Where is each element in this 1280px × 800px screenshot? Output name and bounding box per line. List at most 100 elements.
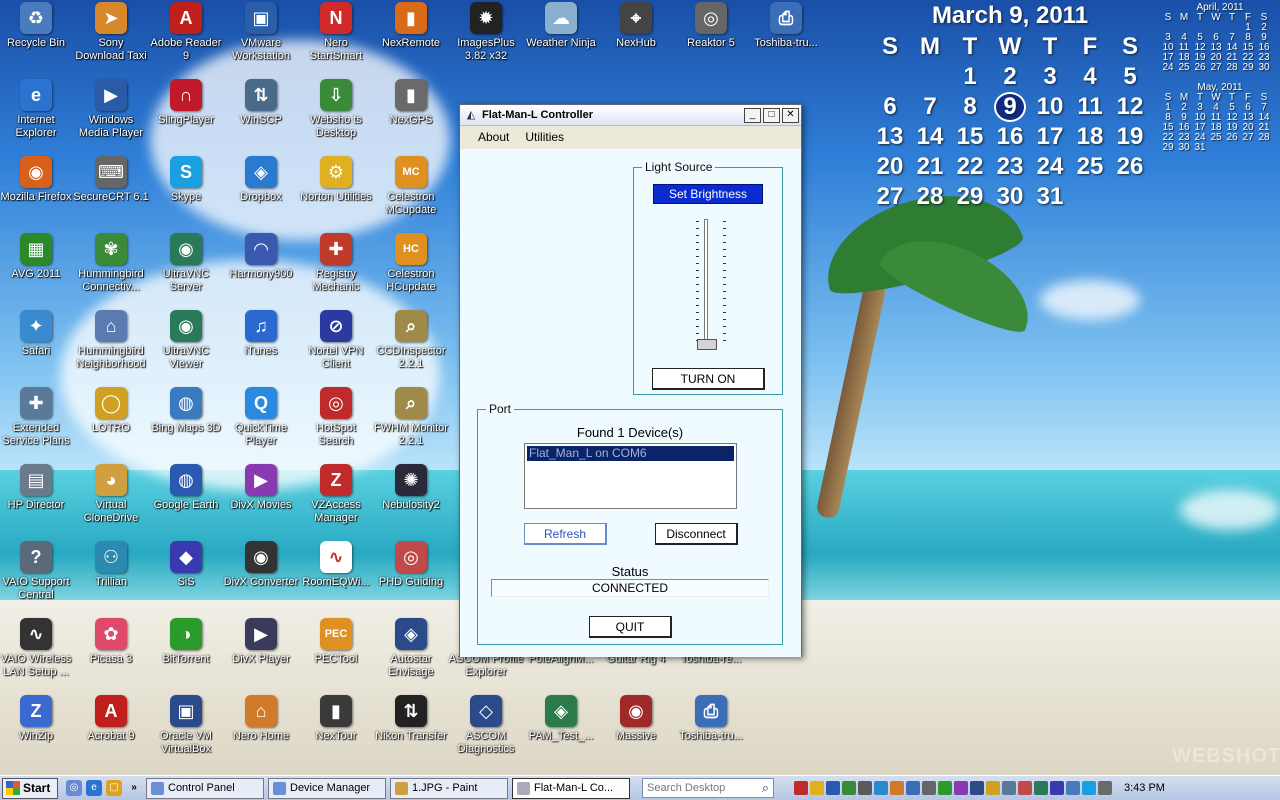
desktop-icon[interactable]: ⇅ WinSCP	[223, 77, 299, 151]
desktop-icon[interactable]: ◍ Google Earth	[148, 462, 224, 536]
desktop-icon[interactable]: ✚ Registry Mechanic	[298, 231, 374, 305]
desktop-icon[interactable]: ⌕ CCDInspector 2.2.1	[373, 308, 449, 382]
search-icon[interactable]: ⌕	[762, 780, 769, 796]
desktop-icon[interactable]: Q QuickTime Player	[223, 385, 299, 459]
desktop-icon[interactable]: ◉ Mozilla Firefox	[0, 154, 74, 228]
desktop-icon[interactable]: ◈ Dropbox	[223, 154, 299, 228]
desktop-icon[interactable]: ∩ SlingPlayer	[148, 77, 224, 151]
desktop-icon[interactable]: ▦ AVG 2011	[0, 231, 74, 305]
desktop-icon[interactable]: ▶ DivX Player	[223, 616, 299, 690]
desktop-icon[interactable]: ✦ Safari	[0, 308, 74, 382]
tray-icon[interactable]	[1002, 781, 1016, 795]
desktop-icon[interactable]: ◈ PAM_Test_...	[523, 693, 599, 767]
desktop-icon[interactable]: ◉ UltraVNC Server	[148, 231, 224, 305]
tray-icon[interactable]	[794, 781, 808, 795]
desktop-icon[interactable]: ∿ VAIO Wireless LAN Setup ...	[0, 616, 74, 690]
desktop-icon[interactable]: ⎙ Toshiba-tru...	[748, 0, 824, 74]
tray-icon[interactable]	[1050, 781, 1064, 795]
quick-launch-overflow-icon[interactable]: »	[126, 780, 142, 796]
search-desktop-box[interactable]: Search Desktop ⌕	[642, 778, 774, 798]
task-control-panel[interactable]: Control Panel	[146, 777, 264, 799]
desktop-icon[interactable]: MC Celestron MCupdate	[373, 154, 449, 228]
disconnect-button[interactable]: Disconnect	[655, 523, 738, 545]
desktop-icon[interactable]: ◕ Virtual CloneDrive	[73, 462, 149, 536]
start-button[interactable]: Start	[2, 777, 58, 799]
desktop-icon[interactable]: Z VZAccess Manager	[298, 462, 374, 536]
task-flat-man-controller[interactable]: Flat-Man-L Co...	[512, 777, 630, 799]
desktop-icon[interactable]: ▮ NexGPS	[373, 77, 449, 151]
desktop-icon[interactable]: ☁ Weather Ninja	[523, 0, 599, 74]
desktop-icon[interactable]: ◑ BitTorrent	[148, 616, 224, 690]
desktop-icon[interactable]: A Adobe Reader 9	[148, 0, 224, 74]
desktop-icon[interactable]: ⌕ FWHM Monitor 2.2.1	[373, 385, 449, 459]
tray-icon[interactable]	[858, 781, 872, 795]
tray-icon[interactable]	[986, 781, 1000, 795]
brightness-slider-thumb[interactable]	[697, 339, 717, 350]
internet-explorer-icon[interactable]: e	[86, 780, 102, 796]
desktop-icon[interactable]: ⌨ SecureCRT 6.1	[73, 154, 149, 228]
desktop-icon[interactable]: ▶ Windows Media Player	[73, 77, 149, 151]
tray-icon[interactable]	[1098, 781, 1112, 795]
tray-icon[interactable]	[826, 781, 840, 795]
brightness-slider-track[interactable]	[704, 219, 708, 349]
desktop-icon[interactable]: S Skype	[148, 154, 224, 228]
device-listbox[interactable]: Flat_Man_L on COM6	[524, 443, 737, 509]
turn-on-button[interactable]: TURN ON	[652, 368, 765, 390]
taskbar-clock[interactable]: 3:43 PM	[1124, 782, 1165, 794]
maximize-button[interactable]: □	[763, 107, 780, 123]
desktop-icon[interactable]: ◎ PHD Guiding	[373, 539, 449, 613]
desktop-icon[interactable]: ⊘ Nortel VPN Client	[298, 308, 374, 382]
tray-icon[interactable]	[970, 781, 984, 795]
desktop-icon[interactable]: ✚ Extended Service Plans	[0, 385, 74, 459]
quit-button[interactable]: QUIT	[589, 616, 672, 638]
desktop-icon[interactable]: ◎ Reaktor 5	[673, 0, 749, 74]
desktop-icon[interactable]: ▣ VMware Workstation	[223, 0, 299, 74]
close-button[interactable]: ✕	[782, 107, 799, 123]
desktop-icon[interactable]: ⌖ NexHub	[598, 0, 674, 74]
desktop-icon[interactable]: ✺ Nebulosity2	[373, 462, 449, 536]
desktop-icon[interactable]: ◯ LOTRO	[73, 385, 149, 459]
menu-utilities[interactable]: Utilities	[525, 130, 564, 144]
tray-icon[interactable]	[938, 781, 952, 795]
task-paint[interactable]: 1.JPG - Paint	[390, 777, 508, 799]
tray-icon[interactable]	[922, 781, 936, 795]
desktop-icon[interactable]: ⌂ Hummingbird Neighborhood	[73, 308, 149, 382]
search-input[interactable]: Search Desktop	[647, 782, 725, 794]
desktop-icon[interactable]: ⇅ Nikon Transfer	[373, 693, 449, 767]
desktop-icon[interactable]: ♫ iTunes	[223, 308, 299, 382]
desktop-icon[interactable]: ♻ Recycle Bin	[0, 0, 74, 74]
folder-icon[interactable]: ▢	[106, 780, 122, 796]
desktop-icon[interactable]: ◠ Harmony900	[223, 231, 299, 305]
refresh-button[interactable]: Refresh	[524, 523, 607, 545]
desktop-icon[interactable]: ∿ RoomEQWi...	[298, 539, 374, 613]
desktop-icon[interactable]: ◍ Bing Maps 3D	[148, 385, 224, 459]
desktop-icon[interactable]: HC Celestron HCupdate	[373, 231, 449, 305]
tray-icon[interactable]	[1018, 781, 1032, 795]
desktop-icon[interactable]: ⚙ Norton Utilities	[298, 154, 374, 228]
tray-icon[interactable]	[954, 781, 968, 795]
desktop-icon[interactable]: ◉ Massive	[598, 693, 674, 767]
desktop-icon[interactable]: ◆ SiS	[148, 539, 224, 613]
desktop-icon[interactable]: ◇ ASCOM Diagnostics	[448, 693, 524, 767]
desktop-icon[interactable]: ⎙ Toshiba-tru...	[673, 693, 749, 767]
desktop-icon[interactable]: Z WinZip	[0, 693, 74, 767]
desktop-icon[interactable]: A Acrobat 9	[73, 693, 149, 767]
window-titlebar[interactable]: ◭ Flat-Man-L Controller _ □ ✕	[460, 105, 801, 126]
desktop-icon[interactable]: ? VAIO Support Central	[0, 539, 74, 613]
tray-icon[interactable]	[906, 781, 920, 795]
device-list-item[interactable]: Flat_Man_L on COM6	[527, 446, 734, 461]
desktop-icon[interactable]: ▶ DivX Movies	[223, 462, 299, 536]
desktop-icon[interactable]: ◉ UltraVNC Viewer	[148, 308, 224, 382]
task-device-manager[interactable]: Device Manager	[268, 777, 386, 799]
desktop-icon[interactable]: ▣ Oracle VM VirtualBox	[148, 693, 224, 767]
desktop-icon[interactable]: ➤ Sony Download Taxi	[73, 0, 149, 74]
desktop-icon[interactable]: PEC PECTool	[298, 616, 374, 690]
desktop-icon[interactable]: ✿ Picasa 3	[73, 616, 149, 690]
tray-icon[interactable]	[874, 781, 888, 795]
desktop-icon[interactable]: ✾ Hummingbird Connectiv...	[73, 231, 149, 305]
desktop-icon[interactable]: ▮ NexTour	[298, 693, 374, 767]
show-desktop-icon[interactable]: ◎	[66, 780, 82, 796]
desktop-icon[interactable]: N Nero StartSmart	[298, 0, 374, 74]
desktop-icon[interactable]: ⇩ Websho ts Desktop	[298, 77, 374, 151]
desktop-icon[interactable]: ◉ DivX Converter	[223, 539, 299, 613]
